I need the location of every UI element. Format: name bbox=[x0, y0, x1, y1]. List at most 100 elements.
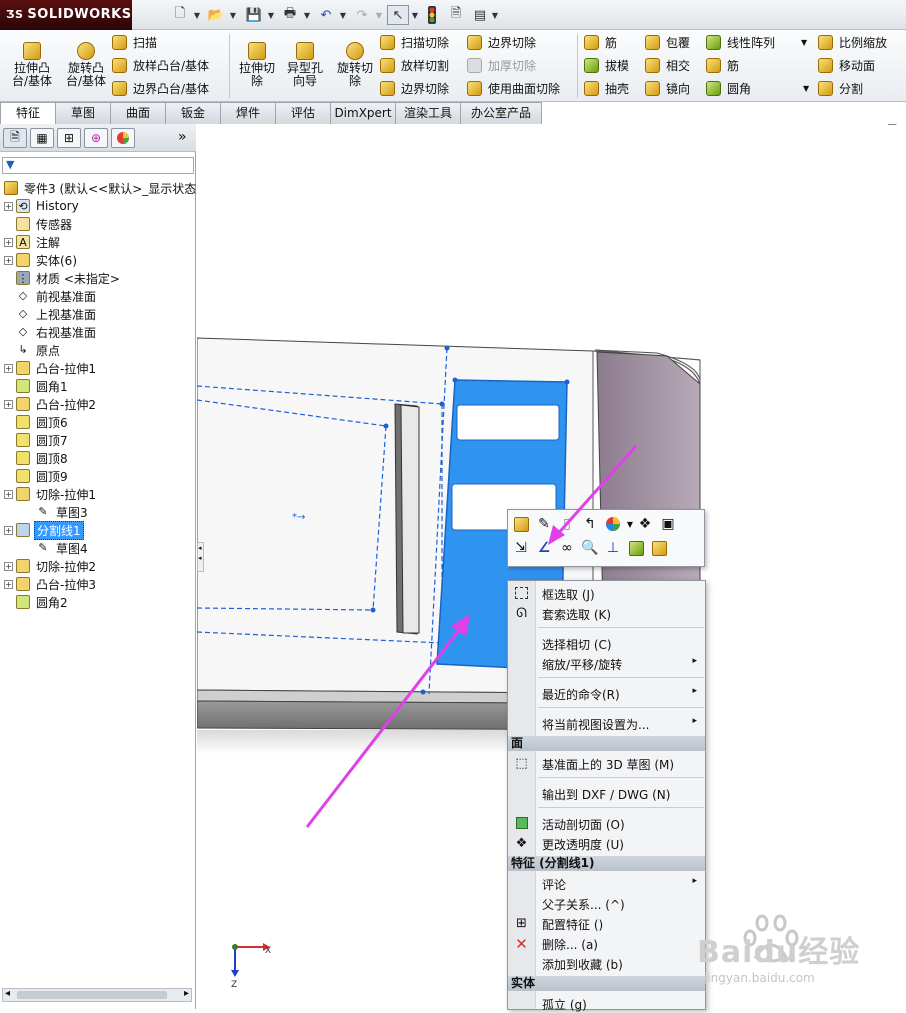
expand-icon[interactable]: + bbox=[4, 399, 13, 409]
tree-item[interactable]: 传感器 bbox=[4, 215, 74, 233]
expand-icon[interactable]: + bbox=[4, 363, 13, 373]
tree-item[interactable]: + 凸台-拉伸3 bbox=[4, 575, 98, 593]
tree-item[interactable]: + 切除-拉伸2 bbox=[4, 557, 98, 575]
boundary-cut-button-2[interactable]: 边界切除 bbox=[467, 32, 560, 52]
sketch-on-face-icon[interactable]: ∠ bbox=[535, 539, 553, 557]
split-button[interactable]: 分割 bbox=[818, 78, 887, 98]
shaded-edges-icon[interactable] bbox=[627, 539, 645, 557]
sweep-button[interactable]: 扫描 bbox=[112, 32, 209, 52]
wrap-button[interactable]: 包覆 bbox=[645, 32, 690, 52]
new-document-icon[interactable]: 🗋 bbox=[170, 5, 190, 25]
sweep-cut-button[interactable]: 扫描切除 bbox=[380, 32, 449, 52]
menu-3d-sketch-on-plane[interactable]: ⬚ 基准面上的 3D 草图 (M) bbox=[508, 753, 705, 773]
select-other-icon[interactable]: ⇲ bbox=[512, 539, 530, 557]
menu-isolate[interactable]: 孤立 (g) bbox=[508, 993, 705, 1013]
rollback-icon[interactable]: ↰ bbox=[581, 515, 599, 533]
tree-item[interactable]: + 实体(6) bbox=[4, 251, 79, 269]
zoom-to-selection-icon[interactable]: 🔍 bbox=[581, 539, 599, 557]
tree-item[interactable]: 圆角2 bbox=[4, 593, 70, 611]
tree-item[interactable]: ◇ 上视基准面 bbox=[4, 305, 98, 323]
expand-icon[interactable]: + bbox=[4, 525, 13, 535]
tree-item[interactable]: + A 注解 bbox=[4, 233, 62, 251]
menu-box-select[interactable]: 框选取 (J) bbox=[508, 583, 705, 603]
component-color-icon[interactable]: ❖ bbox=[636, 515, 654, 533]
options-dropdown-icon[interactable]: ▼ bbox=[490, 5, 500, 25]
edit-sketch-icon[interactable]: ✎ bbox=[535, 515, 553, 533]
surface-cut-button[interactable]: 使用曲面切除 bbox=[467, 78, 560, 98]
tab-office-products[interactable]: 办公室产品 bbox=[460, 102, 542, 124]
feature-properties-icon[interactable]: ▣ bbox=[659, 515, 677, 533]
expand-icon[interactable]: + bbox=[4, 237, 13, 247]
menu-parent-child[interactable]: 父子关系... (^) bbox=[508, 893, 705, 913]
tree-item[interactable]: 圆角1 bbox=[4, 377, 70, 395]
tree-root-part[interactable]: 零件3 (默认<<默认>_显示状态 bbox=[4, 179, 198, 197]
tree-item[interactable]: ✎ 草图3 bbox=[24, 503, 90, 521]
rib-button[interactable]: 筋 bbox=[584, 32, 629, 52]
menu-comment[interactable]: 评论 ▸ bbox=[508, 873, 705, 893]
expand-icon[interactable]: + bbox=[4, 255, 13, 265]
boundary-cut-button[interactable]: 边界切除 bbox=[380, 78, 449, 98]
tree-item[interactable]: 圆顶7 bbox=[4, 431, 70, 449]
undo-dropdown-icon[interactable]: ▼ bbox=[338, 5, 348, 25]
tab-render-tools[interactable]: 渲染工具 bbox=[395, 102, 461, 124]
expand-icon[interactable]: + bbox=[4, 561, 13, 571]
feature-filter-input[interactable]: ▼ bbox=[2, 157, 194, 174]
redo-icon[interactable]: ↷ bbox=[352, 5, 372, 25]
rebuild-traffic-light-icon[interactable] bbox=[424, 5, 440, 25]
tree-item[interactable]: + 切除-拉伸1 bbox=[4, 485, 98, 503]
panel-expand-icon[interactable]: » bbox=[178, 129, 187, 145]
fillet-dropdown-icon[interactable]: ▼ bbox=[803, 84, 809, 93]
appearance-icon[interactable] bbox=[604, 515, 622, 533]
open-folder-icon[interactable]: 📂 bbox=[206, 5, 226, 25]
redo-dropdown-icon[interactable]: ▼ bbox=[374, 5, 384, 25]
print-dropdown-icon[interactable]: ▼ bbox=[302, 5, 312, 25]
menu-add-favorite[interactable]: 添加到收藏 (b) bbox=[508, 953, 705, 973]
file-properties-icon[interactable]: 🗎 bbox=[446, 5, 466, 25]
scroll-right-icon[interactable]: ▸ bbox=[184, 988, 189, 999]
menu-configure-feature[interactable]: ⊞ 配置特征 () bbox=[508, 913, 705, 933]
menu-select-tangency[interactable]: 选择相切 (C) bbox=[508, 633, 705, 653]
undo-icon[interactable]: ↶ bbox=[316, 5, 336, 25]
select-dropdown-icon[interactable]: ▼ bbox=[410, 5, 420, 25]
save-dropdown-icon[interactable]: ▼ bbox=[266, 5, 276, 25]
normal-to-icon[interactable]: ⊥ bbox=[604, 539, 622, 557]
tree-item[interactable]: 圆顶6 bbox=[4, 413, 70, 431]
property-manager-tab-icon[interactable]: ▦ bbox=[30, 128, 54, 148]
tree-item[interactable]: 圆顶9 bbox=[4, 467, 70, 485]
panel-splitter-handle[interactable]: ◂ ◂ bbox=[197, 542, 204, 572]
tree-item[interactable]: ◇ 前视基准面 bbox=[4, 287, 98, 305]
hole-wizard-button[interactable]: 异型孔向导 bbox=[282, 42, 328, 88]
viewport-corner-icon[interactable]: ▦ bbox=[887, 124, 897, 126]
configuration-manager-tab-icon[interactable]: ⊞ bbox=[57, 128, 81, 148]
tree-item[interactable]: + 分割线1 bbox=[4, 520, 84, 540]
dimxpert-tab-icon[interactable]: ⊕ bbox=[84, 128, 108, 148]
menu-set-view[interactable]: 将当前视图设置为... ▸ bbox=[508, 713, 705, 733]
shell-button[interactable]: 抽壳 bbox=[584, 78, 629, 98]
edit-feature-icon[interactable] bbox=[512, 515, 530, 533]
expand-icon[interactable]: + bbox=[4, 489, 13, 499]
hide-icon[interactable]: ▯ bbox=[558, 515, 576, 533]
tab-dimxpert[interactable]: DimXpert bbox=[330, 102, 396, 124]
tab-weldments[interactable]: 焊件 bbox=[220, 102, 276, 124]
tree-item[interactable]: ◇ 右视基准面 bbox=[4, 323, 98, 341]
save-icon[interactable]: 💾 bbox=[244, 5, 264, 25]
menu-lasso-select[interactable]: ᘏ 套索选取 (K) bbox=[508, 603, 705, 623]
linear-pattern-button[interactable]: 线性阵列 ▼ bbox=[706, 32, 809, 52]
horizontal-scrollbar[interactable]: ◂ ▸ bbox=[2, 988, 192, 1002]
menu-recent-commands[interactable]: 最近的命令(R) ▸ bbox=[508, 683, 705, 703]
intersect-button[interactable]: 相交 bbox=[645, 55, 690, 75]
tab-sheet-metal[interactable]: 钣金 bbox=[165, 102, 221, 124]
expand-icon[interactable]: + bbox=[4, 579, 13, 589]
scroll-thumb[interactable] bbox=[17, 991, 167, 999]
tree-item[interactable]: ✎ 草图4 bbox=[24, 539, 90, 557]
tab-features[interactable]: 特征 bbox=[0, 102, 56, 124]
thicken-cut-button[interactable]: 加厚切除 bbox=[467, 55, 560, 75]
print-icon[interactable]: 🖶 bbox=[280, 5, 300, 25]
feature-tree-tab-icon[interactable]: 🗎 bbox=[3, 128, 27, 148]
menu-zoom-pan-rotate[interactable]: 缩放/平移/旋转 ▸ bbox=[508, 653, 705, 673]
rib2-button[interactable]: 筋 bbox=[706, 55, 809, 75]
select-pointer-icon[interactable]: ↖ bbox=[387, 5, 409, 25]
tree-item[interactable]: ⋮ 材质 <未指定> bbox=[4, 269, 122, 287]
mirror-button[interactable]: 镜向 bbox=[645, 78, 690, 98]
tree-item[interactable]: + 凸台-拉伸1 bbox=[4, 359, 98, 377]
